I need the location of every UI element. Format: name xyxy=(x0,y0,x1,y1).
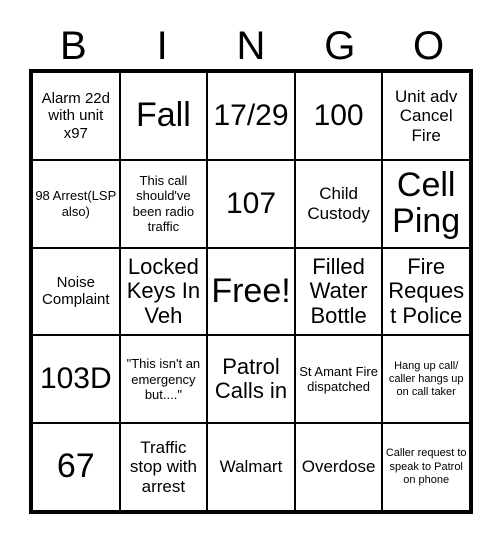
bingo-cell-text: Overdose xyxy=(301,457,376,477)
bingo-cell-b5[interactable]: 67 xyxy=(32,423,120,511)
bingo-cell-b4[interactable]: 103D xyxy=(32,335,120,424)
bingo-cell-g4[interactable]: St Amant Fire dispatched xyxy=(294,335,383,424)
bingo-cell-b2[interactable]: 98 Arrest(LSP also) xyxy=(32,159,120,248)
bingo-cell-text: "This isn't an emergency but...." xyxy=(126,356,201,402)
bingo-cell-text: Filled Water Bottle xyxy=(309,254,368,328)
bingo-cell-text: Walmart xyxy=(219,457,283,477)
bingo-cell-n4[interactable]: Patrol Calls in xyxy=(207,335,295,424)
bingo-cell-i1[interactable]: Fall xyxy=(119,72,208,160)
bingo-cell-text: 67 xyxy=(56,447,95,486)
bingo-cell-text: 17/29 xyxy=(213,98,289,132)
bingo-cell-text: Fall xyxy=(135,96,191,135)
bingo-cell-text: Free! xyxy=(211,271,291,310)
bingo-cell-o4[interactable]: Hang up call/ caller hangs up on call ta… xyxy=(382,335,470,424)
bingo-cell-text: Cell Ping xyxy=(392,166,461,240)
bingo-cell-b1[interactable]: Alarm 22d with unit x97 xyxy=(32,72,120,160)
bingo-cell-text: Traffic stop with arrest xyxy=(129,437,197,496)
bingo-cell-i2[interactable]: This call should've been radio traffic xyxy=(119,159,208,248)
bingo-grid: Alarm 22d with unit x97 Fall 17/29 100 U… xyxy=(29,69,473,514)
header-letter-g: G xyxy=(324,23,356,68)
header-letter-b: B xyxy=(60,23,87,68)
bingo-cell-b3[interactable]: Noise Complaint xyxy=(32,247,120,336)
bingo-cell-i4[interactable]: "This isn't an emergency but...." xyxy=(119,335,208,424)
bingo-cell-o1[interactable]: Unit adv Cancel Fire xyxy=(382,72,470,160)
bingo-cell-i3[interactable]: Locked Keys In Veh xyxy=(119,247,208,336)
bingo-cell-text: Fire Request Police xyxy=(388,254,465,328)
bingo-cell-n1[interactable]: 17/29 xyxy=(207,72,295,160)
header-letter-i: I xyxy=(156,23,168,68)
bingo-cell-o3[interactable]: Fire Request Police xyxy=(382,247,470,336)
bingo-cell-text: 107 xyxy=(225,186,277,220)
bingo-cell-text: This call should've been radio traffic xyxy=(132,173,195,235)
bingo-cell-n5[interactable]: Walmart xyxy=(207,423,295,511)
header-letter-n: N xyxy=(236,23,266,68)
bingo-cell-g3[interactable]: Filled Water Bottle xyxy=(294,247,383,336)
bingo-cell-text: St Amant Fire dispatched xyxy=(299,363,378,395)
bingo-cell-g2[interactable]: Child Custody xyxy=(294,159,383,248)
bingo-cell-text: Locked Keys In Veh xyxy=(126,254,201,328)
bingo-card: B I N G O Alarm 22d with unit x97 Fall 1… xyxy=(0,0,501,544)
bingo-cell-text: Unit adv Cancel Fire xyxy=(395,86,458,145)
bingo-cell-text: Hang up call/ caller hangs up on call ta… xyxy=(388,359,464,398)
bingo-cell-text: Alarm 22d with unit x97 xyxy=(41,89,110,142)
bingo-cell-o5[interactable]: Caller request to speak to Patrol on pho… xyxy=(382,423,470,511)
bingo-cell-free-space[interactable]: Free! xyxy=(207,247,295,336)
bingo-header-row: B I N G O xyxy=(29,22,473,69)
header-letter-o: O xyxy=(413,23,445,68)
bingo-cell-g1[interactable]: 100 xyxy=(294,72,383,160)
bingo-cell-g5[interactable]: Overdose xyxy=(294,423,383,511)
bingo-cell-n2[interactable]: 107 xyxy=(207,159,295,248)
bingo-cell-i5[interactable]: Traffic stop with arrest xyxy=(119,423,208,511)
bingo-cell-text: Child Custody xyxy=(307,184,370,223)
bingo-cell-text: 98 Arrest(LSP also) xyxy=(35,188,117,219)
bingo-cell-text: Noise Complaint xyxy=(42,274,110,309)
bingo-cell-text: 100 xyxy=(313,98,364,132)
bingo-cell-o2[interactable]: Cell Ping xyxy=(382,159,470,248)
bingo-cell-text: 103D xyxy=(39,362,112,396)
bingo-cell-text: Patrol Calls in xyxy=(214,354,288,404)
bingo-cell-text: Caller request to speak to Patrol on pho… xyxy=(385,447,467,486)
